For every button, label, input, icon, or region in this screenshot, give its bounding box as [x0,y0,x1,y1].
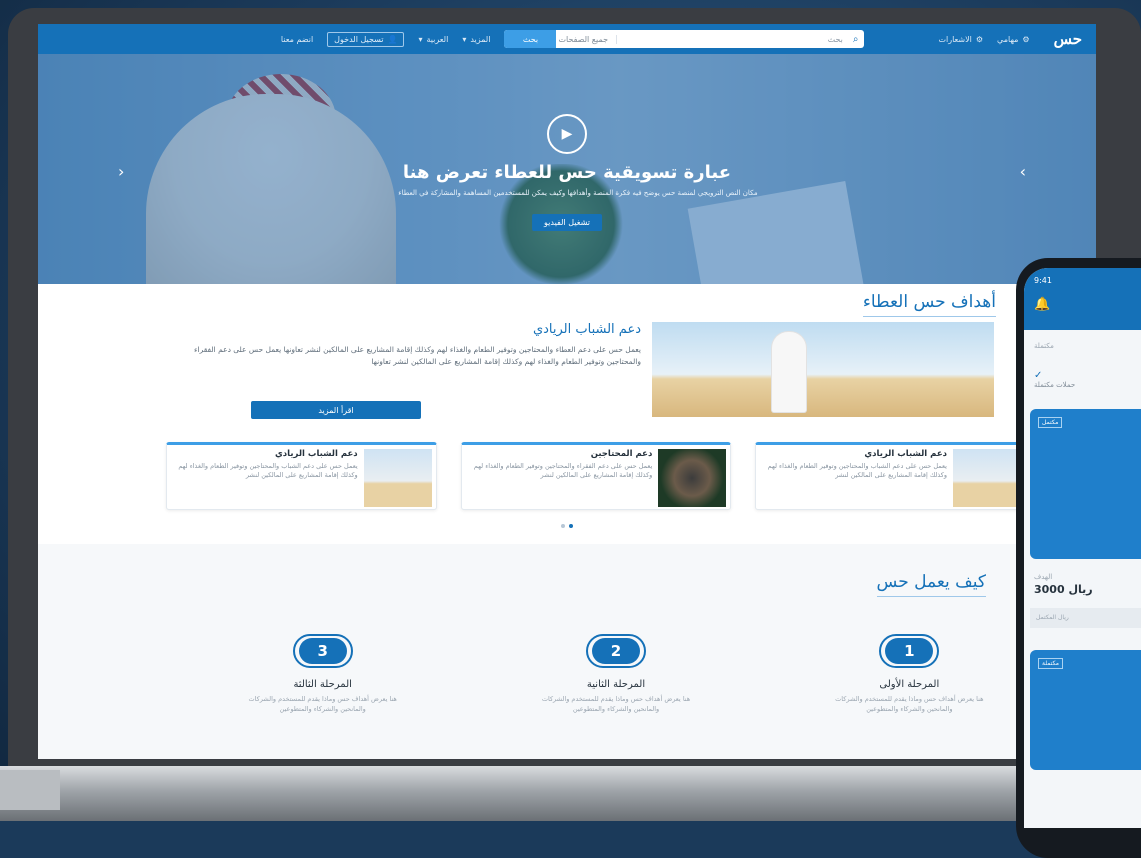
bell-icon[interactable]: 🔔 [1034,297,1141,312]
laptop-notch [0,770,60,810]
card-text: يعمل حس على دعم الشباب والمحتاجين وتوفير… [767,462,947,480]
card-title: دعم الشباب الريادي [275,449,358,459]
nav-more[interactable]: المزيد ▾ [462,35,490,44]
feature-title: دعم الشباب الريادي [532,322,641,337]
search-category-select[interactable]: جميع الصفحات [550,34,618,44]
cards-pagination[interactable] [561,524,573,528]
card-title: دعم الشباب الريادي [864,449,947,459]
target-amount: 3000 ريال [1034,583,1093,596]
user-icon: 👤 [387,34,398,44]
arrow-right-icon[interactable]: › [1020,162,1026,181]
goals-cards: دعم الشباب الريادي يعمل حس على دعم الشبا… [165,442,1026,512]
card-thumbnail [658,449,727,507]
chevron-down-icon: ▾ [462,34,467,44]
read-more-button[interactable]: اقرأ المزيد [251,401,421,419]
gear-icon: ⚙ [1022,34,1030,44]
hero-title: عبارة تسويقية حس للعطاء تعرض هنا [402,162,732,183]
login-button[interactable]: 👤 تسجيل الدخول [327,31,405,47]
status-badge: مكتمل [1038,417,1063,428]
phone-campaign-card[interactable]: مكتملة [1030,650,1141,770]
target-label: الهدف [1034,573,1053,581]
step-number-badge: 2 [586,634,647,668]
pagination-dot[interactable] [569,524,573,528]
phone-time: 9:41 [1034,276,1052,285]
how-section-title: كيف يعمل حس [876,572,986,597]
step-text: هنا يعرض أهداف حس وماذا يقدم للمستخدم وا… [541,695,691,713]
feature-image [652,322,994,417]
goals-section-title: أهداف حس العطاء [862,292,996,317]
step-title: المرحلة الثانية [586,679,646,690]
language-select[interactable]: العربية ▾ [418,35,448,44]
status-badge: مكتملة [1038,658,1064,669]
join-link[interactable]: انضم معنا [281,35,313,44]
search-button[interactable]: بحث [504,30,557,48]
card-title: دعم المحتاجين [590,449,653,459]
goal-card[interactable]: دعم الشباب الريادي يعمل حس على دعم الشبا… [755,442,1026,510]
search-input[interactable]: بحث [617,35,847,44]
phone-campaign-card[interactable]: مكتمل [1030,409,1141,559]
card-text: يعمل حس على دعم الفقراء والمحتاجين وتوفي… [473,462,653,480]
phone-header: 9:41 🔔 [1024,268,1141,330]
card-text: يعمل حس على دعم الشباب والمحتاجين وتوفير… [178,462,358,480]
feature-person [772,332,806,412]
pagination-dot[interactable] [561,524,565,528]
hero-banner: ▶ عبارة تسويقية حس للعطاء تعرض هنا مكان … [38,54,1096,284]
phone-tab[interactable]: مكتملة [1024,330,1141,362]
step-number-badge: 1 [879,634,940,668]
feature-text: يعمل حس على دعم العطاء والمحتاجين وتوفير… [194,345,641,366]
phone-stat: ✓ حملات مكتملة [1024,362,1141,397]
laptop-screen: حس ⚙ مهامي ⚙ الاشعارات ⌕ بحث جميع الصفحا… [38,24,1096,759]
card-thumbnail [363,449,432,507]
nav-notifications[interactable]: ⚙ الاشعارات [938,35,983,44]
play-icon[interactable]: ▶ [547,114,587,154]
arrow-left-icon[interactable]: ‹ [118,162,124,181]
step-title: المرحلة الثالثة [293,679,352,690]
step-text: هنا يعرض أهداف حس وماذا يقدم للمستخدم وا… [835,695,984,713]
goal-card[interactable]: دعم المحتاجين يعمل حس على دعم الفقراء وا… [460,442,732,510]
gear-icon: ⚙ [975,34,984,44]
search-icon[interactable]: ⌕ [847,34,865,45]
goal-card[interactable]: دعم الشباب الريادي يعمل حس على دعم الشبا… [165,442,437,510]
step-title: المرحلة الأولى [879,679,940,690]
step-text: هنا يعرض أهداف حس وماذا يقدم للمستخدم وا… [248,695,397,713]
step-item: 1 المرحلة الأولى هنا يعرض أهداف حس وماذا… [763,634,1056,715]
chevron-down-icon: ▾ [418,34,423,44]
laptop-base [0,766,1141,821]
phone-screen: 9:41 🔔 مكتملة ✓ حملات مكتملة مكتمل الهدف… [1024,268,1141,828]
step-item: 3 المرحلة الثالثة هنا يعرض أهداف حس وماذ… [176,634,469,715]
hero-subtitle: مكان النص الترويجي لمنصة حس يوضح فيه فكر… [398,189,758,197]
step-number-badge: 3 [292,634,353,668]
stat-icon: ✓ [1034,370,1043,381]
hero-video-button[interactable]: تشغيل الفيديو [532,214,602,231]
step-item: 2 المرحلة الثانية هنا يعرض أهداف حس وماذ… [469,634,762,715]
steps-list: 1 المرحلة الأولى هنا يعرض أهداف حس وماذا… [176,634,1056,715]
nav-tasks[interactable]: ⚙ مهامي [997,35,1030,44]
card-thumbnail [953,449,1021,507]
progress-bar: ريال المكتمل [1030,608,1141,628]
search-bar: ⌕ بحث جميع الصفحات بحث [504,30,865,48]
site-logo[interactable]: حس [1054,30,1082,48]
top-navbar: حس ⚙ مهامي ⚙ الاشعارات ⌕ بحث جميع الصفحا… [38,24,1096,54]
